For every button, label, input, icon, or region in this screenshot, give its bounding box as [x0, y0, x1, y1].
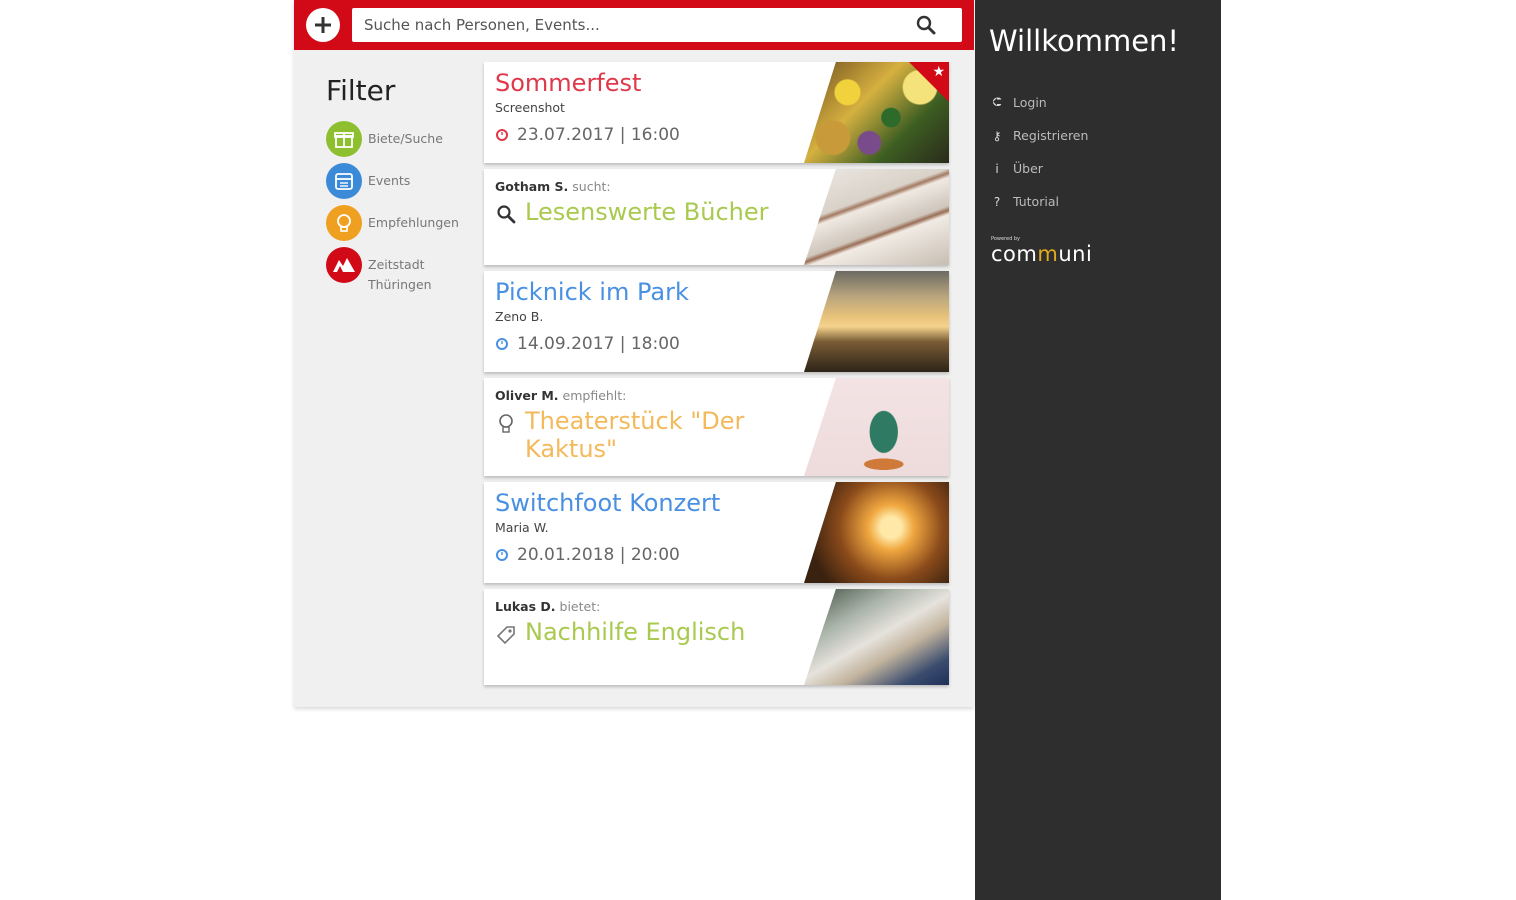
event-author: Maria W. — [495, 520, 549, 535]
filter-label: Empfehlungen — [368, 215, 459, 230]
event-card[interactable]: Sommerfest Screenshot 23.07.2017 | 16:00… — [484, 62, 949, 163]
lightbulb-icon — [326, 205, 362, 241]
menu-item-login[interactable]: ⮈ Login — [989, 86, 1088, 119]
event-date-row: 14.09.2017 | 18:00 — [495, 334, 799, 354]
tag-icon — [496, 626, 515, 645]
calendar-icon — [326, 163, 362, 199]
post-header: Lukas D. bietet: — [495, 599, 799, 614]
event-author: Zeno B. — [495, 309, 544, 324]
post-user[interactable]: Lukas D. — [495, 599, 556, 614]
menu-item-ueber[interactable]: i Über — [989, 152, 1088, 185]
menu-item-label: Login — [1013, 95, 1047, 110]
filter-title: Filter — [326, 74, 396, 107]
add-button[interactable] — [306, 8, 340, 42]
search-input[interactable] — [352, 8, 912, 42]
menu-item-label: Tutorial — [1013, 194, 1059, 209]
star-icon: ★ — [932, 64, 945, 80]
event-image-park — [804, 271, 949, 372]
zeitstadt-logo-icon — [326, 247, 362, 283]
menu-item-label: Über — [1013, 161, 1043, 176]
post-user[interactable]: Oliver M. — [495, 388, 559, 403]
event-card[interactable]: Picknick im Park Zeno B. 14.09.2017 | 18… — [484, 271, 949, 372]
post-card[interactable]: Gotham S. sucht: Lesenswerte Bücher — [484, 169, 949, 265]
filter-item-events[interactable]: Events — [326, 163, 476, 199]
welcome-heading: Willkommen! — [989, 24, 1180, 58]
post-title[interactable]: Theaterstück "Der Kaktus" — [525, 407, 755, 463]
post-action: bietet: — [559, 599, 601, 614]
post-user[interactable]: Gotham S. — [495, 179, 568, 194]
filter-item-zeitstadt[interactable]: Zeitstadt Thüringen — [326, 247, 476, 295]
menu-item-label: Registrieren — [1013, 128, 1089, 143]
logo-text: communi — [991, 242, 1093, 266]
menu-item-registrieren[interactable]: ⚷ Registrieren — [989, 119, 1089, 152]
post-header: Gotham S. sucht: — [495, 179, 799, 194]
post-title[interactable]: Lesenswerte Bücher — [525, 198, 768, 226]
top-bar — [294, 0, 974, 50]
lightbulb-icon — [499, 414, 513, 433]
post-body: Nachhilfe Englisch — [495, 618, 799, 646]
search-box — [352, 8, 962, 42]
sidebar: Willkommen! ⮈ Login ⚷ Registrieren i Übe… — [975, 0, 1221, 900]
post-action: sucht: — [572, 179, 611, 194]
post-body: Theaterstück "Der Kaktus" — [495, 407, 799, 463]
post-header: Oliver M. empfiehlt: — [495, 388, 799, 403]
post-image-books — [804, 169, 949, 265]
event-title[interactable]: Switchfoot Konzert — [495, 488, 799, 518]
plus-icon — [315, 17, 331, 33]
event-title[interactable]: Sommerfest — [495, 68, 799, 98]
post-title[interactable]: Nachhilfe Englisch — [525, 618, 745, 646]
event-date: 23.07.2017 | 16:00 — [517, 125, 680, 145]
post-body: Lesenswerte Bücher — [495, 198, 799, 226]
search-icon[interactable] — [916, 15, 936, 35]
search-icon — [497, 205, 516, 224]
feed: Sommerfest Screenshot 23.07.2017 | 16:00… — [484, 62, 949, 691]
filter-label: Events — [368, 173, 411, 188]
login-icon: ⮈ — [992, 95, 1002, 109]
filter-panel: Filter Biete/Suche Events Empfehlungen Z… — [326, 74, 476, 301]
filter-label: Zeitstadt Thüringen — [368, 257, 432, 292]
event-date-row: 23.07.2017 | 16:00 — [495, 125, 799, 145]
clock-icon — [496, 549, 508, 561]
event-card[interactable]: Switchfoot Konzert Maria W. 20.01.2018 |… — [484, 482, 949, 583]
post-card[interactable]: Oliver M. empfiehlt: Theaterstück "Der K… — [484, 378, 949, 476]
app-window: Filter Biete/Suche Events Empfehlungen Z… — [294, 0, 974, 707]
clock-icon — [496, 338, 508, 350]
event-author: Screenshot — [495, 100, 565, 115]
event-date: 20.01.2018 | 20:00 — [517, 545, 680, 565]
gift-icon — [326, 121, 362, 157]
key-icon: ⚷ — [992, 128, 1002, 143]
post-card[interactable]: Lukas D. bietet: Nachhilfe Englisch — [484, 589, 949, 685]
event-title[interactable]: Picknick im Park — [495, 277, 799, 307]
sidebar-menu: ⮈ Login ⚷ Registrieren i Über ? Tutorial — [989, 86, 1088, 218]
event-date: 14.09.2017 | 18:00 — [517, 334, 680, 354]
filter-label: Biete/Suche — [368, 131, 443, 146]
event-date-row: 20.01.2018 | 20:00 — [495, 545, 799, 565]
menu-item-tutorial[interactable]: ? Tutorial — [989, 185, 1088, 218]
question-icon: ? — [993, 194, 1001, 209]
communi-logo[interactable]: Powered by communi — [991, 236, 1092, 266]
filter-item-biete-suche[interactable]: Biete/Suche — [326, 121, 476, 157]
clock-icon — [496, 129, 508, 141]
post-action: empfiehlt: — [562, 388, 627, 403]
filter-item-empfehlungen[interactable]: Empfehlungen — [326, 205, 476, 241]
post-image-tablet — [804, 589, 949, 685]
event-image-concert — [804, 482, 949, 583]
info-icon: i — [995, 161, 999, 176]
post-image-cactus — [804, 378, 949, 476]
